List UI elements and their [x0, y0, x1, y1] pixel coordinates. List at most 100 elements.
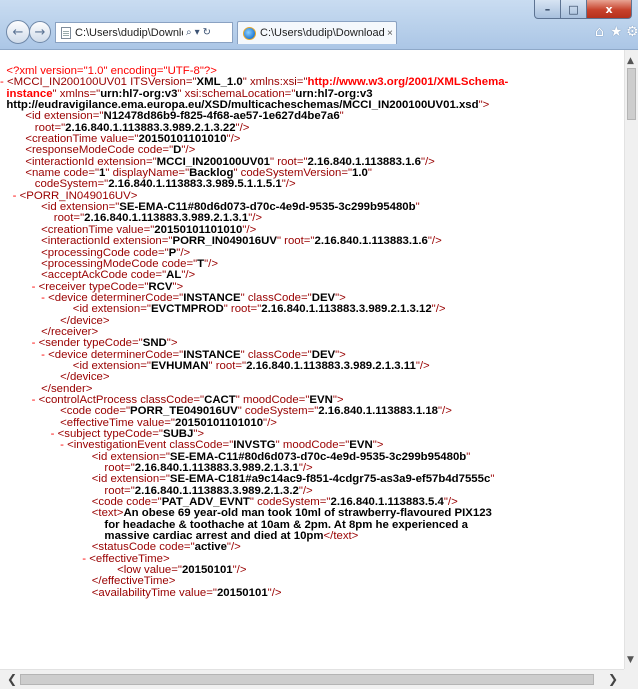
- xml-token: EVN: [309, 393, 333, 406]
- xml-token: PORR_IN049016UV: [172, 235, 277, 248]
- forward-arrow-icon: →: [34, 24, 46, 40]
- collapse-toggle[interactable]: -: [0, 439, 67, 451]
- xml-token: <subject typeCode=": [57, 428, 163, 440]
- scroll-up-icon[interactable]: ▲: [627, 56, 634, 66]
- xml-token: " classCode=": [240, 348, 312, 361]
- xml-token: EVN: [349, 439, 373, 452]
- collapse-toggle[interactable]: -: [0, 428, 58, 440]
- xml-token: 2.16.840.1.113883.3.989.2.1.3.22: [65, 121, 236, 134]
- xml-token: 20150101101010: [154, 223, 243, 236]
- xml-token: 1.0: [352, 167, 368, 180]
- xml-token: " root=": [223, 303, 262, 316]
- xml-token: "/>: [281, 178, 296, 191]
- horizontal-scrollbar[interactable]: ❮ ❯: [0, 669, 624, 689]
- collapse-toggle[interactable]: -: [0, 190, 20, 202]
- search-icon[interactable]: ⌕: [186, 27, 192, 38]
- xml-token: "/>: [181, 144, 196, 157]
- xml-token: </effectiveTime>: [0, 575, 176, 588]
- minimize-button[interactable]: –: [534, 0, 561, 19]
- xml-tree: <?xml version="1.0" encoding="UTF-8"?> - …: [0, 65, 624, 599]
- xml-token: <device determinerCode=": [48, 348, 184, 361]
- xml-token: </receiver>: [0, 325, 99, 338]
- xml-token: 20150101: [181, 564, 233, 577]
- xml-token: PAT_ADV_EVNT: [161, 496, 250, 509]
- xml-token: 2.16.840.1.113883.3.989.2.1.3.11: [246, 359, 416, 372]
- xml-token: ">: [332, 393, 344, 406]
- xml-token: EVCTMPROD: [150, 303, 224, 316]
- browser-tab[interactable]: C:\Users\dudip\Downloads... ×: [237, 21, 397, 44]
- close-window-button[interactable]: x: [587, 0, 632, 19]
- xml-token: ": [415, 201, 420, 214]
- scroll-right-icon[interactable]: ❯: [608, 672, 618, 686]
- xml-token: "/>: [438, 405, 452, 418]
- xml-token: "/>: [176, 246, 191, 259]
- xml-token: "/>: [298, 462, 313, 475]
- collapse-toggle[interactable]: -: [0, 292, 48, 304]
- xml-token: ">: [335, 348, 346, 361]
- xml-token: " codeSystem=": [249, 496, 331, 509]
- scroll-left-icon[interactable]: ❮: [7, 672, 17, 686]
- back-arrow-icon: ←: [12, 24, 24, 40]
- xml-token: </text>: [323, 530, 359, 543]
- address-bar[interactable]: C:\Users\dudip\Downlc ⌕ ▾ ↻: [55, 22, 233, 43]
- collapse-toggle[interactable]: -: [0, 76, 7, 88]
- xml-token: ">: [172, 280, 184, 293]
- xml-token: <PORR_IN049016UV>: [19, 189, 138, 202]
- address-text[interactable]: C:\Users\dudip\Downlc: [75, 27, 183, 39]
- xml-token: PORR_TE049016UV: [130, 405, 238, 418]
- xml-token: <receiver typeCode=": [38, 280, 149, 293]
- xml-token: <controlActProcess classCode=": [38, 393, 205, 406]
- home-icon[interactable]: ⌂: [595, 24, 604, 40]
- horizontal-scroll-thumb[interactable]: [20, 674, 594, 685]
- xml-token: <investigationEvent classCode=": [67, 439, 234, 452]
- xml-token: "/>: [235, 121, 250, 134]
- vertical-scrollbar[interactable]: ▲ ▼: [624, 50, 638, 669]
- xml-token: ">: [166, 337, 178, 350]
- collapse-toggle[interactable]: -: [0, 337, 39, 349]
- xml-token: DEV: [311, 291, 336, 304]
- back-button[interactable]: ←: [6, 20, 30, 44]
- xml-token: MCCI_IN200100UV01: [156, 155, 270, 168]
- collapse-toggle[interactable]: -: [0, 349, 48, 361]
- favorites-star-icon[interactable]: ★: [610, 24, 623, 40]
- address-dropdown-icon[interactable]: ▾: [195, 27, 200, 38]
- xml-token: ": [490, 473, 495, 486]
- xml-token: "/>: [248, 212, 263, 225]
- xml-token: codeSystem=": [0, 178, 109, 191]
- refresh-icon[interactable]: ↻: [203, 27, 211, 38]
- xml-token: <id extension=": [0, 450, 170, 463]
- xml-token: " xsi:schemaLocation=": [177, 87, 296, 100]
- vertical-scroll-thumb[interactable]: [627, 68, 636, 120]
- xml-token: 2.16.840.1.113883.1.18: [318, 405, 438, 418]
- collapse-toggle[interactable]: <?xml version="1.0" encoding="UTF-8"?>: [0, 65, 217, 77]
- xml-token: "/>: [204, 257, 219, 270]
- xml-token: ">: [335, 291, 346, 304]
- xml-token: ": [339, 110, 344, 123]
- xml-token: "/>: [226, 541, 241, 554]
- forward-button[interactable]: →: [29, 21, 51, 43]
- xml-token: SND: [142, 337, 167, 350]
- xml-token: " xmlns=": [52, 87, 101, 100]
- scroll-down-icon[interactable]: ▼: [627, 655, 634, 665]
- xml-token: CACT: [204, 393, 236, 406]
- xml-token: INSTANCE: [183, 348, 241, 361]
- xml-token: <creationTime value=": [0, 133, 139, 146]
- xml-token: " classCode=": [240, 291, 312, 304]
- xml-token: <interactionId extension=": [0, 235, 173, 248]
- collapse-toggle[interactable]: -: [0, 394, 39, 406]
- xml-token: SUBJ: [162, 428, 194, 440]
- gear-icon[interactable]: ⚙: [626, 24, 638, 40]
- collapse-toggle[interactable]: -: [0, 553, 89, 565]
- xml-token: <id extension=": [0, 359, 151, 372]
- xml-token: "/>: [263, 416, 277, 429]
- xml-token: "/>: [298, 484, 313, 497]
- xml-token: " codeSystem=": [237, 405, 319, 418]
- xml-token: http://www.w3.org/2001/XMLSchema-: [307, 76, 509, 89]
- tab-close-icon[interactable]: ×: [387, 28, 393, 39]
- maximize-button[interactable]: □: [561, 0, 587, 19]
- xml-token: "/>: [226, 133, 241, 146]
- xml-token: "/>: [242, 223, 257, 236]
- collapse-toggle[interactable]: -: [0, 281, 39, 293]
- xml-token: <acceptAckCode code=": [0, 269, 167, 282]
- xml-token: N12478d86b9-f825-4f68-ae57-1e627d4be7a6: [103, 110, 340, 123]
